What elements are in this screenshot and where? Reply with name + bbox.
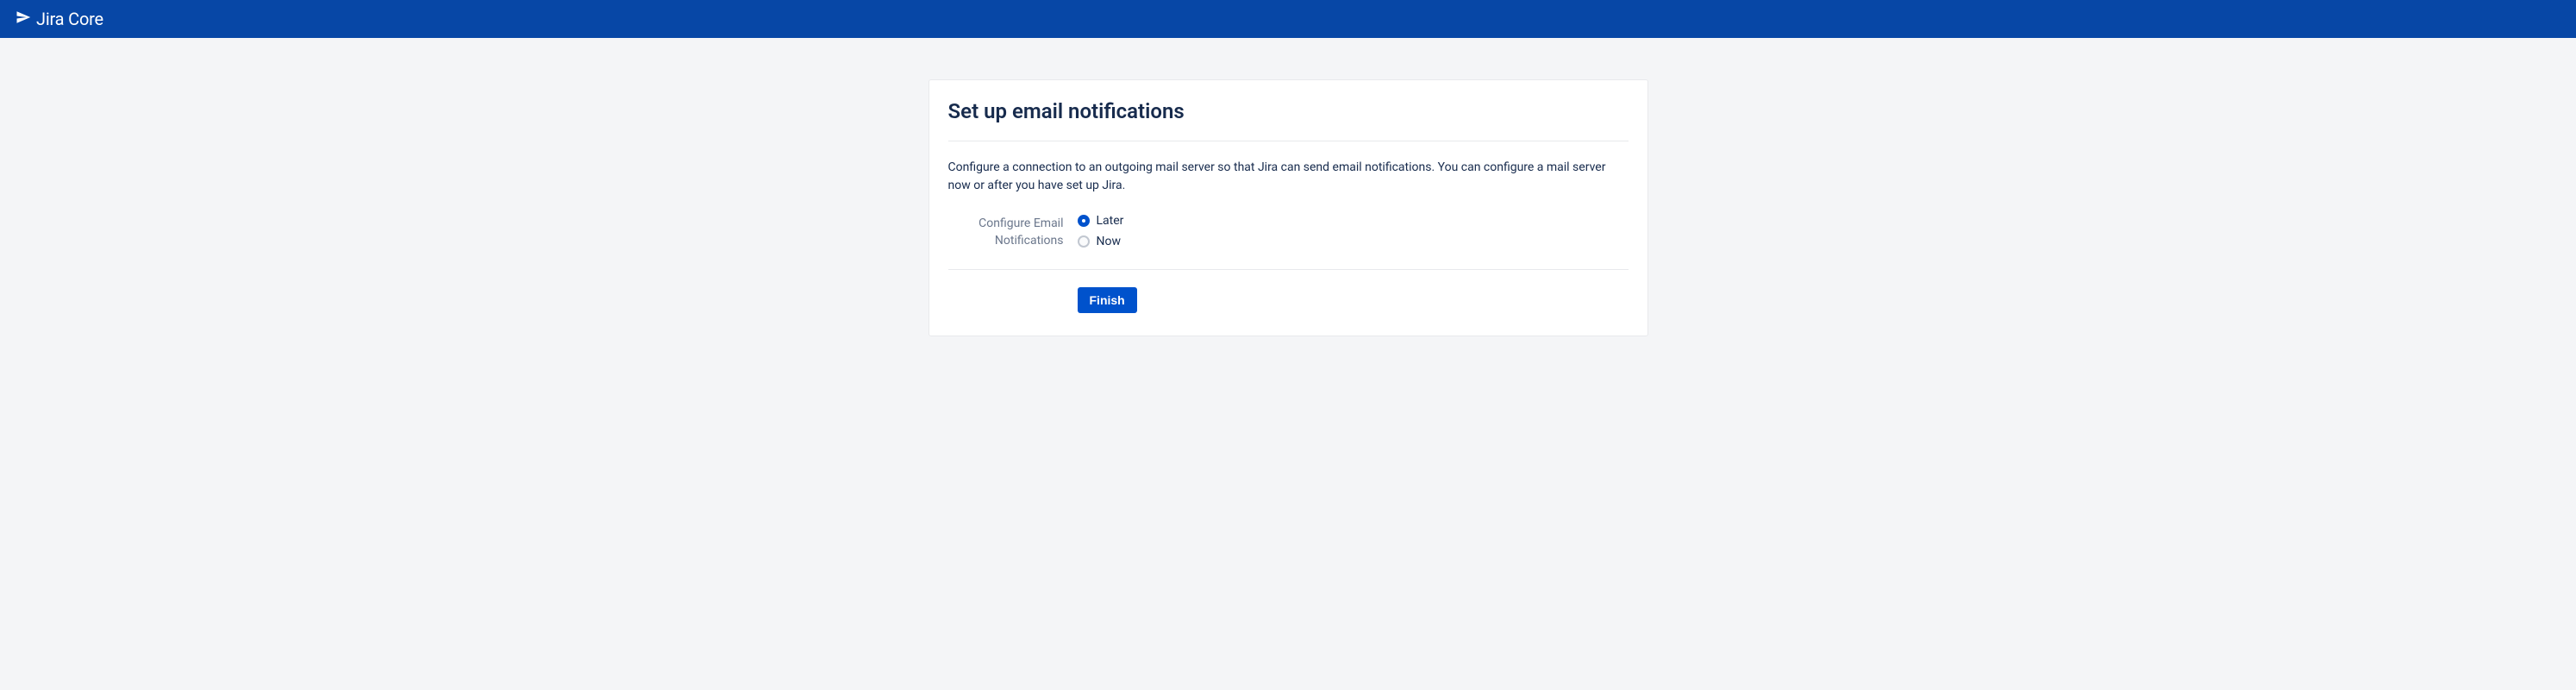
product-logo: Jira Core [16,9,103,29]
page-title: Set up email notifications [948,99,1629,123]
divider [948,269,1629,270]
finish-button[interactable]: Finish [1078,287,1137,313]
radio-icon [1078,235,1090,248]
radio-option-now[interactable]: Now [1078,235,1124,248]
app-header: Jira Core [0,0,2576,38]
content-wrapper: Set up email notifications Configure a c… [0,38,2576,378]
page-description: Configure a connection to an outgoing ma… [948,159,1629,195]
field-options: Later Now [1078,214,1124,248]
setup-card: Set up email notifications Configure a c… [928,79,1648,336]
paper-plane-icon [16,9,31,29]
field-label: Configure Email Notifications [948,214,1064,250]
form-actions: Finish [948,287,1629,313]
product-name: Jira Core [36,9,103,29]
radio-option-later[interactable]: Later [1078,214,1124,228]
radio-icon [1078,215,1090,227]
radio-label: Now [1097,235,1122,248]
radio-label: Later [1097,214,1124,228]
configure-email-field: Configure Email Notifications Later Now [948,214,1629,250]
